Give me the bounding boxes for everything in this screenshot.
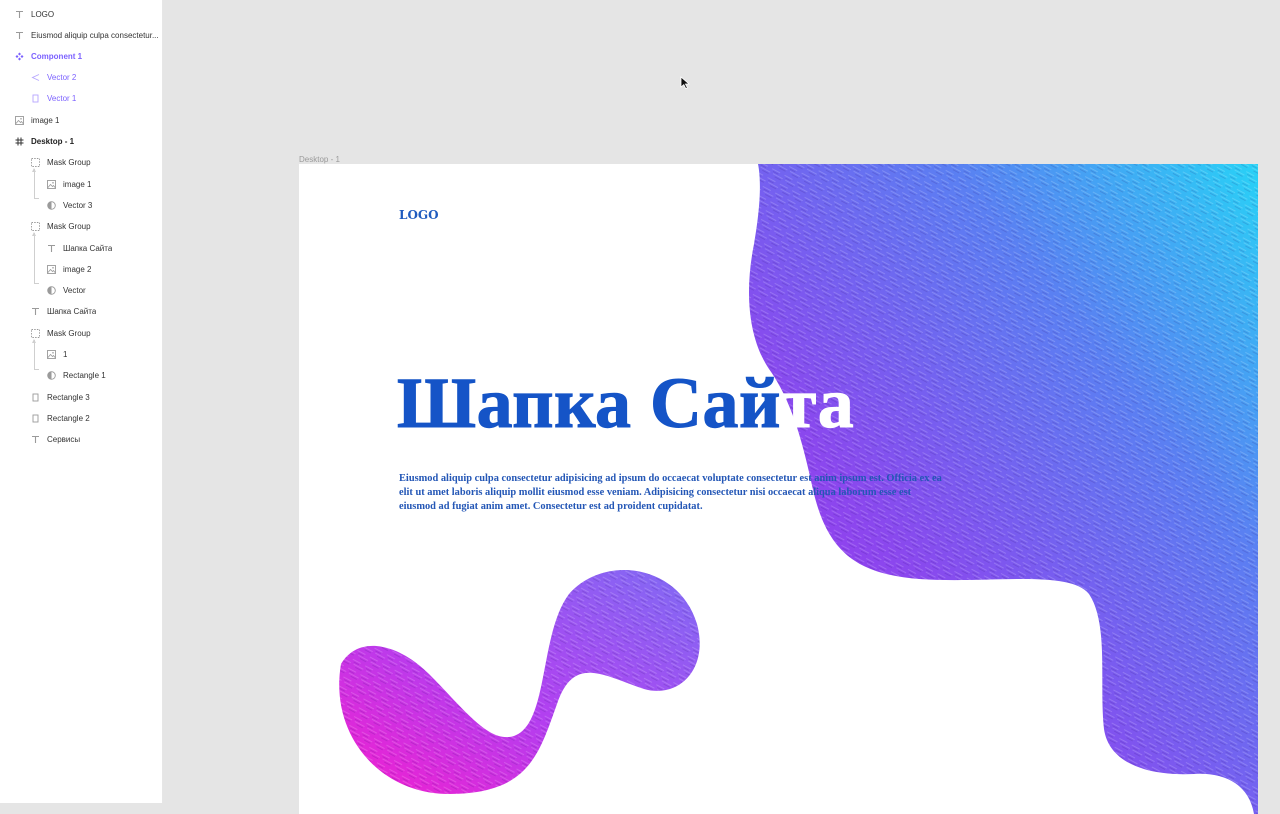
logo-text[interactable]: LOGO: [399, 208, 439, 222]
text-layer-icon: [14, 31, 24, 41]
layer-label: 1: [63, 350, 68, 359]
layer-item[interactable]: LOGO: [0, 4, 162, 25]
image-icon: [46, 265, 56, 275]
layer-item[interactable]: Desktop - 1: [0, 131, 162, 152]
layer-item[interactable]: Шапка Сайта: [0, 301, 162, 322]
layer-label: Vector 2: [47, 73, 77, 82]
layer-item[interactable]: image 1: [0, 110, 162, 131]
layer-label: Vector: [63, 286, 86, 295]
hero-title-dark-part: Шапка Сай: [397, 363, 781, 444]
layer-label: Шапка Сайта: [47, 307, 97, 316]
hero-title-light-part: та: [780, 363, 855, 444]
mask-icon: [46, 371, 56, 381]
layer-item[interactable]: Mask Group: [0, 216, 162, 237]
rectangle-icon: [30, 393, 40, 403]
hero-title[interactable]: Шапка Сайта: [397, 362, 855, 445]
layer-item[interactable]: Vector: [0, 280, 162, 301]
layer-label: Eiusmod aliquip culpa consectetur...: [31, 31, 159, 40]
layer-label: Mask Group: [47, 222, 91, 231]
image-icon: [46, 350, 56, 360]
desktop-frame[interactable]: LOGO Шапка Сайта Eiusmod aliquip culpa c…: [299, 164, 1258, 814]
text-layer-icon: [46, 244, 56, 254]
layer-item[interactable]: image 1: [0, 174, 162, 195]
image-icon: [14, 116, 24, 126]
layer-item[interactable]: Сервисы: [0, 429, 162, 450]
layer-item[interactable]: Rectangle 1: [0, 365, 162, 386]
layer-label: Rectangle 2: [47, 414, 90, 423]
text-layer-icon: [30, 307, 40, 317]
image-icon: [46, 180, 56, 190]
layer-item[interactable]: Mask Group: [0, 152, 162, 173]
layer-label: Vector 1: [47, 94, 77, 103]
layer-label: image 1: [31, 116, 60, 125]
mouse-cursor-icon: [680, 76, 691, 90]
layer-item[interactable]: image 2: [0, 259, 162, 280]
frame-icon: [14, 137, 24, 147]
layer-label: image 1: [63, 180, 92, 189]
component-icon: [14, 52, 24, 62]
mask-guide: [32, 168, 39, 199]
layer-label: Сервисы: [47, 435, 81, 444]
layer-label: Vector 3: [63, 201, 93, 210]
layer-item[interactable]: Шапка Сайта: [0, 238, 162, 259]
layer-label: Rectangle 1: [63, 371, 106, 380]
rectangle-icon: [30, 94, 40, 104]
layer-item[interactable]: Vector 3: [0, 195, 162, 216]
layer-label: Mask Group: [47, 158, 91, 167]
layer-label: Desktop - 1: [31, 137, 75, 146]
mask-icon: [46, 201, 56, 211]
frame-label[interactable]: Desktop - 1: [299, 155, 340, 164]
rectangle-icon: [30, 414, 40, 424]
layer-item[interactable]: Vector 2: [0, 67, 162, 88]
text-layer-icon: [30, 435, 40, 445]
layer-label: Component 1: [31, 52, 83, 61]
layer-item[interactable]: Component 1: [0, 46, 162, 67]
layer-item[interactable]: Mask Group: [0, 323, 162, 344]
layer-item[interactable]: Vector 1: [0, 88, 162, 109]
layer-label: Шапка Сайта: [63, 244, 113, 253]
layer-item[interactable]: Eiusmod aliquip culpa consectetur...: [0, 25, 162, 46]
layers-panel: LOGO Eiusmod aliquip culpa consectetur...…: [0, 0, 163, 803]
mask-icon: [46, 286, 56, 296]
text-layer-icon: [14, 10, 24, 20]
mask-guide: [32, 232, 39, 284]
mask-group-icon: [30, 158, 40, 168]
mask-group-icon: [30, 329, 40, 339]
hero-paragraph[interactable]: Eiusmod aliquip culpa consectetur adipis…: [399, 472, 944, 515]
layer-label: Mask Group: [47, 329, 91, 338]
layer-label: LOGO: [31, 10, 55, 19]
mask-group-icon: [30, 222, 40, 232]
layer-item[interactable]: Rectangle 2: [0, 408, 162, 429]
mask-guide: [32, 339, 39, 370]
layer-label: image 2: [63, 265, 92, 274]
layer-label: Rectangle 3: [47, 393, 90, 402]
layer-item[interactable]: 1: [0, 344, 162, 365]
layer-item[interactable]: Rectangle 3: [0, 387, 162, 408]
vector-icon: [30, 73, 40, 83]
